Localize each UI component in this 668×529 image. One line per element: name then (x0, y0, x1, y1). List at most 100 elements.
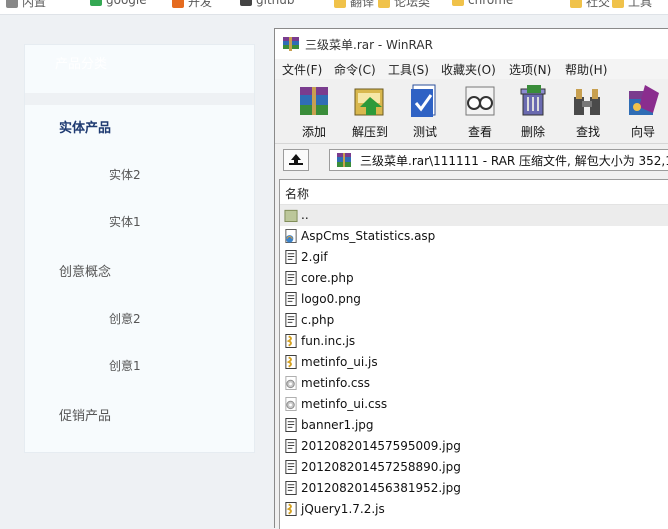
toolbar-button[interactable]: 添加 (288, 81, 340, 141)
toolbar-button[interactable]: 查看 (454, 81, 506, 141)
menu-item[interactable]: 创意概念 (59, 261, 111, 280)
file-row[interactable]: AspCms_Statistics.asp (280, 226, 668, 247)
menu-2[interactable]: 工具(S) (388, 61, 429, 78)
image-file-icon (285, 460, 297, 474)
file-name: core.php (301, 271, 354, 285)
bookmark-label: 论坛类 (394, 0, 431, 9)
up-arrow-icon (289, 154, 303, 165)
toolbar-button[interactable]: 测试 (399, 81, 451, 141)
file-name: banner1.jpg (301, 418, 374, 432)
menu-item[interactable]: 实体2 (109, 166, 141, 183)
address-bar: 三级菜单.rar\111111 - RAR 压缩文件, 解包大小为 352,11 (275, 146, 668, 174)
bookmark-item[interactable]: 内置 (6, 0, 47, 9)
column-header-name[interactable]: 名称 (280, 180, 668, 205)
file-row[interactable]: 201208201457258890.jpg (280, 457, 668, 478)
script-file-icon (285, 355, 297, 369)
window-title: 三级菜单.rar - WinRAR (305, 38, 433, 52)
file-row[interactable]: core.php (280, 268, 668, 289)
file-row[interactable]: metinfo_ui.js (280, 352, 668, 373)
title-bar: 三级菜单.rar - WinRAR (275, 29, 668, 59)
file-name: c.php (301, 313, 335, 327)
file-name: metinfo_ui.js (301, 355, 378, 369)
toolbar-button[interactable]: 向导 (617, 81, 668, 141)
file-name: metinfo_ui.css (301, 397, 388, 411)
file-name: jQuery1.7.2.js (301, 502, 385, 516)
toolbar-button-label: 解压到 (351, 125, 388, 139)
bookmark-item[interactable]: 翻译 (334, 0, 375, 9)
bookmark-label: 社交 (586, 0, 611, 9)
file-row[interactable]: 201208201456381952.jpg (280, 478, 668, 499)
menu-divider (25, 93, 254, 105)
css-file-icon (285, 397, 297, 411)
menu-item[interactable]: 创意1 (109, 357, 141, 374)
folder-icon (570, 0, 582, 8)
bookmark-item[interactable]: 社交 (570, 0, 611, 9)
bookmark-item[interactable]: chrome (452, 0, 513, 7)
menu-5[interactable]: 帮助(H) (565, 61, 607, 78)
wizard-icon (629, 85, 659, 115)
menu-item[interactable]: 实体1 (109, 213, 141, 230)
toolbar-button[interactable]: 删除 (507, 81, 559, 141)
file-name: 201208201457258890.jpg (301, 460, 461, 474)
archive-path: 三级菜单.rar\111111 - RAR 压缩文件, 解包大小为 352,11 (360, 154, 668, 168)
toolbar-button[interactable]: 解压到 (344, 81, 396, 141)
menu-bar: 文件(F) 命令(C) 工具(S) 收藏夹(O) 选项(N) 帮助(H) (275, 59, 668, 79)
css-file-icon (285, 376, 297, 390)
column-header-label: 名称 (285, 187, 310, 201)
folder-icon (452, 0, 464, 6)
image-file-icon (285, 481, 297, 495)
file-row[interactable]: .. (280, 205, 668, 226)
bookmark-label: 内置 (22, 0, 47, 9)
toolbar-button-label: 向导 (630, 125, 655, 139)
bookmark-item[interactable]: github (240, 0, 294, 7)
file-row[interactable]: logo0.png (280, 289, 668, 310)
folder-icon (172, 0, 184, 8)
add-archive-icon (300, 87, 328, 115)
github-icon (240, 0, 252, 6)
folder-icon (612, 0, 624, 8)
file-row[interactable]: jQuery1.7.2.js (280, 499, 668, 520)
up-folder-button[interactable] (283, 149, 309, 171)
toolbar-button-label: 查看 (467, 125, 492, 139)
file-name: logo0.png (301, 292, 361, 306)
menu-item[interactable]: 创意2 (109, 310, 141, 327)
winrar-app-icon (283, 37, 299, 51)
image-file-icon (285, 439, 297, 453)
test-icon (411, 84, 436, 117)
file-list: 名称 .. AspCms_Statistics.asp 2.gif core.php l… (279, 179, 668, 529)
menu-item[interactable]: 实体产品 (59, 117, 111, 136)
toolbar-button-label: 添加 (301, 125, 326, 139)
file-row[interactable]: 201208201457595009.jpg (280, 436, 668, 457)
bookmark-label: google (106, 0, 147, 7)
file-row[interactable]: 2.gif (280, 247, 668, 268)
folder-up-icon (284, 209, 298, 222)
image-file-icon (285, 250, 297, 264)
delete-icon (520, 85, 546, 116)
bookmark-label: 翻译 (350, 0, 375, 9)
google-icon (90, 0, 102, 6)
bookmark-item[interactable]: google (90, 0, 147, 7)
file-row[interactable]: banner1.jpg (280, 415, 668, 436)
bookmark-item[interactable]: 开发 (172, 0, 212, 9)
file-name: AspCms_Statistics.asp (301, 229, 436, 243)
image-file-icon (285, 292, 297, 306)
view-icon (465, 86, 495, 116)
bookmark-item[interactable]: 论坛类 (378, 0, 431, 9)
image-file-icon (285, 418, 297, 432)
menu-item[interactable]: 促销产品 (59, 405, 111, 424)
archive-path-field[interactable]: 三级菜单.rar\111111 - RAR 压缩文件, 解包大小为 352,11 (329, 149, 668, 171)
toolbar: 添加 解压到 测试 查看 删除 查找 向导 (275, 79, 668, 144)
bookmark-label: chrome (468, 0, 514, 7)
menu-1[interactable]: 命令(C) (334, 61, 376, 78)
folder-icon (378, 0, 390, 8)
menu-4[interactable]: 选项(N) (509, 61, 551, 78)
menu-0[interactable]: 文件(F) (282, 61, 322, 78)
bookmark-item[interactable]: 工具 (612, 0, 652, 9)
file-row[interactable]: c.php (280, 310, 668, 331)
file-row[interactable]: fun.inc.js (280, 331, 668, 352)
toolbar-button[interactable]: 查找 (562, 81, 614, 141)
file-row[interactable]: metinfo_ui.css (280, 394, 668, 415)
menu-3[interactable]: 收藏夹(O) (441, 61, 496, 78)
file-row[interactable]: metinfo.css (280, 373, 668, 394)
document-file-icon (285, 271, 297, 285)
